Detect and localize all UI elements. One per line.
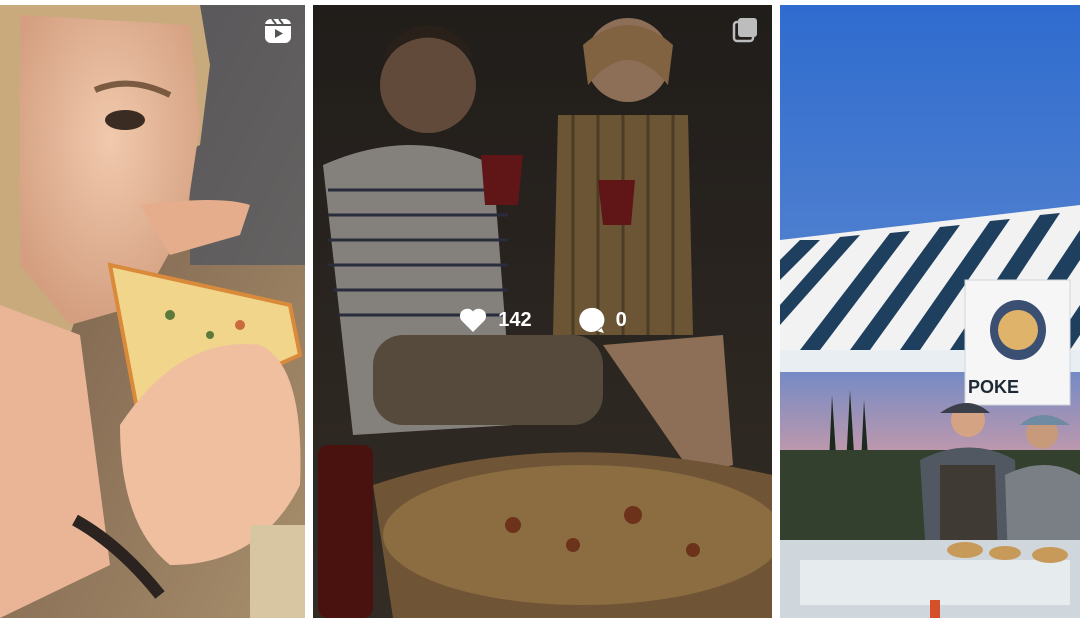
post-tile-carousel[interactable]: 142 0 xyxy=(313,5,772,618)
reels-icon xyxy=(263,16,293,46)
likes-count: 142 xyxy=(498,308,532,331)
comments-stat[interactable]: 0 xyxy=(576,305,627,335)
carousel-icon xyxy=(730,16,760,46)
comment-icon xyxy=(578,307,605,333)
poke-sign-text: POKE xyxy=(968,377,1020,397)
post-image-poke-stand xyxy=(780,5,1080,618)
post-tile-photo[interactable]: POKE xyxy=(780,5,1080,618)
post-grid: 142 0 POKE xyxy=(0,0,1080,621)
comments-count: 0 xyxy=(615,308,627,331)
heart-icon xyxy=(460,308,487,332)
post-image-woman-eating-pizza xyxy=(0,5,305,618)
post-stats: 142 0 xyxy=(313,295,772,345)
post-tile-reel[interactable] xyxy=(0,5,305,618)
likes-stat[interactable]: 142 xyxy=(458,305,532,335)
